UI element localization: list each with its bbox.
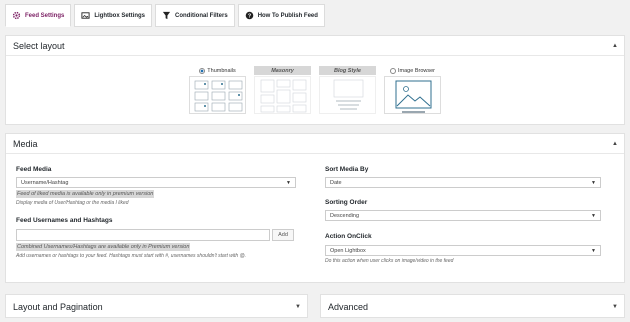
layout-option-masonry[interactable]: Masonry — [254, 66, 311, 114]
tab-label: Conditional Filters — [175, 12, 228, 19]
action-onclick-select[interactable]: Open Lightbox ▼ — [325, 245, 601, 256]
chevron-down-icon: ▼ — [591, 179, 596, 186]
filter-icon — [162, 11, 171, 20]
masonry-preview — [254, 76, 311, 114]
tab-label: Lightbox Settings — [94, 12, 146, 19]
layout-label: Blog Style — [319, 66, 376, 75]
select-value: Date — [330, 179, 342, 186]
tab-how-to-publish[interactable]: ? How To Publish Feed — [237, 4, 325, 27]
collapse-arrow-icon[interactable]: ▲ — [612, 43, 618, 49]
feed-media-label: Feed Media — [16, 166, 52, 173]
premium-note: Feed of liked media is available only in… — [16, 190, 155, 198]
layout-option-blog-style[interactable]: Blog Style — [319, 66, 376, 114]
layout-label: Masonry — [254, 66, 311, 75]
tab-feed-settings[interactable]: Feed Settings — [5, 4, 72, 27]
chevron-down-icon: ▼ — [591, 212, 596, 219]
expand-arrow-icon[interactable]: ▼ — [295, 304, 301, 310]
layout-label: Thumbnails — [207, 67, 236, 74]
panel-header[interactable]: Layout and Pagination ▼ — [6, 295, 307, 319]
thumbnails-preview — [189, 76, 246, 114]
select-value: Username/Hashtag — [21, 179, 69, 186]
panel-title: Advanced — [328, 302, 369, 312]
layout-pagination-panel: Layout and Pagination ▼ — [5, 294, 308, 318]
sort-by-select[interactable]: Date ▼ — [325, 177, 601, 188]
advanced-panel: Advanced ▼ — [320, 294, 625, 318]
usernames-label: Feed Usernames and Hashtags — [16, 217, 113, 224]
feed-media-hint: Display media of User/Hashtag or the med… — [16, 200, 129, 206]
usernames-hint: Add usernames or hashtags to your feed. … — [16, 253, 247, 259]
layout-option-thumbnails[interactable]: Thumbnails — [189, 66, 246, 114]
tab-label: Feed Settings — [25, 12, 65, 19]
radio-button[interactable] — [390, 67, 396, 74]
layout-option-image-browser[interactable]: Image Browser — [384, 66, 441, 114]
tab-lightbox-settings[interactable]: Lightbox Settings — [74, 4, 153, 27]
sort-order-label: Sorting Order — [325, 199, 368, 206]
add-button[interactable]: Add — [272, 229, 294, 241]
layout-label: Image Browser — [398, 67, 435, 74]
select-value: Descending — [330, 212, 360, 219]
panel-title: Layout and Pagination — [13, 302, 103, 312]
select-layout-panel: Select layout ▲ Thumbnails Masonry Blog … — [5, 35, 625, 125]
svg-text:?: ? — [248, 14, 251, 20]
sort-by-label: Sort Media By — [325, 166, 369, 173]
expand-arrow-icon[interactable]: ▼ — [612, 304, 618, 310]
panel-header[interactable]: Media ▲ — [6, 134, 624, 154]
gear-icon — [12, 11, 21, 20]
chevron-down-icon: ▼ — [591, 247, 596, 254]
action-onclick-hint: Do this action when user clicks on image… — [325, 258, 454, 264]
tab-label: How To Publish Feed — [257, 12, 318, 19]
panel-title: Select layout — [13, 40, 65, 51]
feed-media-select[interactable]: Username/Hashtag ▼ — [16, 177, 296, 188]
panel-header[interactable]: Advanced ▼ — [321, 295, 624, 319]
panel-title: Media — [13, 138, 38, 149]
image-browser-preview — [384, 76, 441, 114]
layout-options: Thumbnails Masonry Blog Style Image Brow… — [189, 66, 441, 114]
usernames-input[interactable] — [16, 229, 270, 241]
question-icon: ? — [245, 11, 254, 20]
action-onclick-label: Action OnClick — [325, 233, 372, 240]
chevron-down-icon: ▼ — [286, 179, 291, 186]
tab-conditional-filters[interactable]: Conditional Filters — [155, 4, 235, 27]
collapse-arrow-icon[interactable]: ▲ — [612, 141, 618, 147]
radio-button[interactable] — [199, 67, 206, 74]
select-value: Open Lightbox — [330, 247, 366, 254]
image-icon — [81, 11, 90, 20]
sort-order-select[interactable]: Descending ▼ — [325, 210, 601, 221]
panel-header[interactable]: Select layout ▲ — [6, 36, 624, 56]
premium-note: Combined Usernames/Hashtags are availabl… — [16, 243, 191, 251]
settings-tabs: Feed Settings Lightbox Settings Conditio… — [5, 4, 325, 27]
media-panel: Media ▲ Feed Media Username/Hashtag ▼ Fe… — [5, 133, 625, 283]
blog-style-preview — [319, 76, 376, 114]
